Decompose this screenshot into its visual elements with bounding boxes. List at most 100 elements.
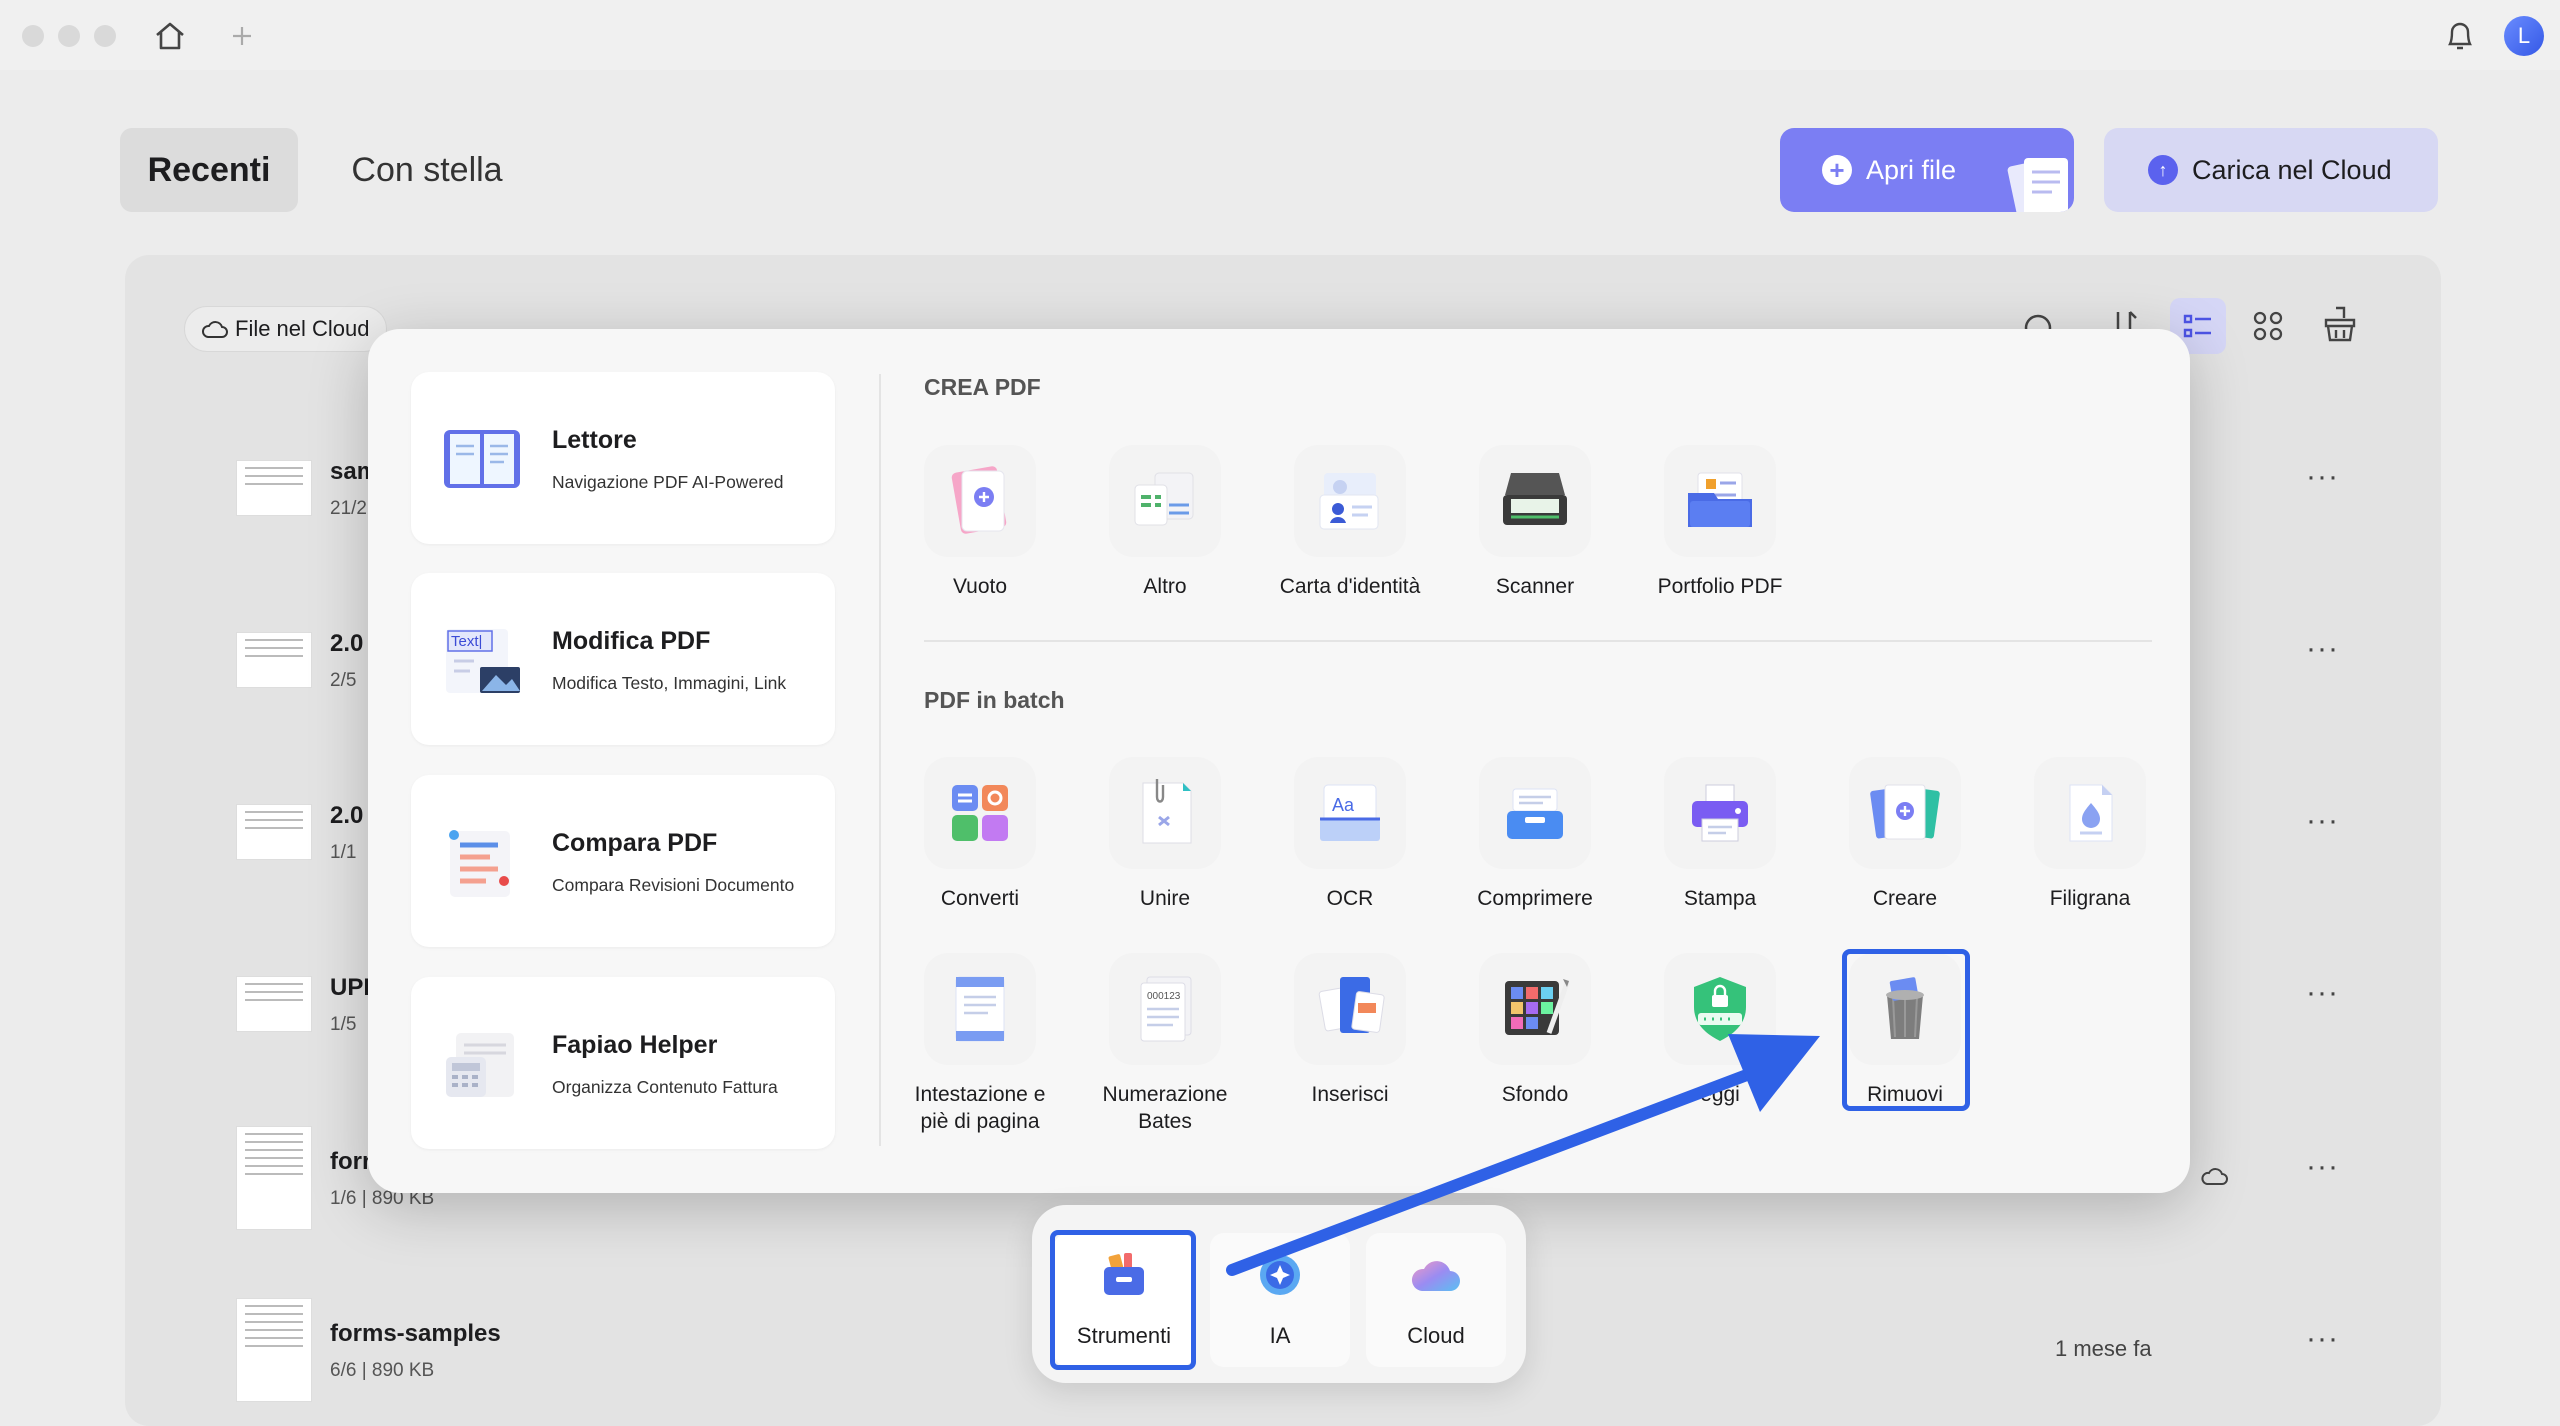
card-title: Fapiao Helper [552,1031,718,1059]
bates-icon: 000123 [1140,976,1192,1042]
minimize-window-button[interactable] [58,25,80,47]
other-docs-icon [1134,472,1194,526]
tool-watermark[interactable]: Filigrana [2010,757,2170,912]
tools-popup: Lettore Navigazione PDF AI-Powered Text|… [368,329,2190,1193]
tool-other[interactable]: Altro [1085,445,1245,600]
create-icon [1870,784,1940,840]
close-window-button[interactable] [22,25,44,47]
tool-blank[interactable]: Vuoto [900,445,1060,600]
more-icon[interactable]: ··· [2306,1322,2339,1356]
zoom-window-button[interactable] [94,25,116,47]
cloud-colorful-icon [1411,1261,1460,1291]
card-edit-pdf[interactable]: Text| Modifica PDF Modifica Testo, Immag… [411,573,835,745]
file-thumbnail [236,460,312,516]
tool-print[interactable]: Stampa [1640,757,1800,912]
plus-circle-icon: + [1822,155,1852,185]
ai-icon [1260,1255,1300,1295]
section-title-create: CREA PDF [924,374,1041,400]
tool-label: Sfondo [1501,1083,1569,1106]
file-name: forms-samples [330,1320,501,1347]
tool-id-card[interactable]: Carta d'identità [1270,445,1430,600]
upload-cloud-label: Carica nel Cloud [2192,154,2392,185]
more-icon[interactable]: ··· [2306,460,2339,494]
tool-label: Inserisci [1311,1083,1389,1106]
tool-header-footer[interactable]: Intestazione e piè di pagina [900,953,1060,1135]
more-icon[interactable]: ··· [2306,976,2339,1010]
file-thumbnail [236,632,312,688]
card-title: Modifica PDF [552,627,711,655]
card-fapiao-helper[interactable]: Fapiao Helper Organizza Contenuto Fattur… [411,977,835,1149]
tool-compress[interactable]: Comprimere [1455,757,1615,912]
tool-label: eggi [1700,1083,1740,1106]
tool-background[interactable]: Sfondo [1455,953,1615,1108]
section-title-batch: PDF in batch [924,687,1065,713]
files-in-cloud-button[interactable]: File nel Cloud [184,306,387,352]
card-reader[interactable]: Lettore Navigazione PDF AI-Powered [411,372,835,544]
upload-cloud-button[interactable]: ↑ Carica nel Cloud [2104,128,2438,212]
card-compare-pdf[interactable]: Compara PDF Compara Revisioni Documento [411,775,835,947]
bell-icon[interactable] [2444,18,2476,54]
scanner-icon [1503,473,1567,525]
tool-label: OCR [1326,887,1374,910]
avatar[interactable]: L [2504,16,2544,56]
tool-label: Vuoto [952,575,1008,598]
tool-label: Altro [1143,575,1187,598]
tool-label: Comprimere [1477,887,1593,910]
tab-recent[interactable]: Recenti [120,128,298,212]
file-date: 1 mese fa [2055,1336,2152,1361]
tool-label: Portfolio PDF [1657,575,1783,598]
print-icon [1692,784,1748,842]
blank-page-icon [951,466,1007,534]
clean-icon[interactable] [2322,304,2358,344]
new-tab-icon[interactable] [230,24,254,48]
header-footer-icon [955,976,1005,1042]
file-thumbnail [236,1126,312,1230]
tool-insert[interactable]: Inserisci [1270,953,1430,1108]
open-file-button[interactable]: + Apri file [1780,128,2074,212]
portfolio-icon [1688,472,1752,527]
more-icon[interactable]: ··· [2306,632,2339,666]
tool-merge[interactable]: Unire [1085,757,1245,912]
dock-cloud[interactable]: Cloud [1366,1233,1506,1367]
tab-starred[interactable]: Con stella [330,128,524,212]
open-file-label: Apri file [1866,154,1957,185]
invoice-icon [446,1033,514,1097]
title-bar: L [0,0,2560,70]
dock-ai[interactable]: IA [1210,1233,1350,1367]
card-subtitle: Modifica Testo, Immagini, Link [552,673,787,693]
upload-icon: ↑ [2148,155,2178,185]
file-thumbnail [236,804,312,860]
tab-starred-label: Con stella [351,150,503,189]
tool-create[interactable]: Creare [1825,757,1985,912]
ocr-icon-text: Aa [1332,795,1355,815]
file-meta: 1/5 [330,1014,357,1035]
tool-label: Converti [940,887,1020,910]
more-icon[interactable]: ··· [2306,804,2339,838]
file-name: 2.0 [330,802,364,829]
shield-lock-icon [1694,977,1746,1041]
cloud-icon [202,321,228,338]
id-card-icon [1319,473,1379,530]
book-icon [444,430,520,488]
card-subtitle: Compara Revisioni Documento [552,875,795,895]
grid-view-icon[interactable] [2252,310,2284,342]
insert-icon [1318,977,1385,1033]
tool-bates-numbering[interactable]: 000123 Numerazione Bates [1085,953,1245,1135]
more-icon[interactable]: ··· [2306,1150,2339,1184]
file-meta: 21/2 [330,498,367,519]
tool-label: Filigrana [2049,887,2131,910]
edit-text-icon: Text| [446,629,520,693]
tool-ocr[interactable]: Aa OCR [1270,757,1430,912]
home-icon[interactable] [152,18,188,54]
card-subtitle: Organizza Contenuto Fattura [552,1077,778,1097]
file-thumbnail [236,976,312,1032]
section-divider [924,640,2152,642]
tool-scanner[interactable]: Scanner [1455,445,1615,600]
background-icon [1505,979,1570,1035]
tool-convert[interactable]: Converti [900,757,1060,912]
file-meta: 1/1 [330,842,357,863]
tool-portfolio[interactable]: Portfolio PDF [1640,445,1800,600]
compress-icon [1507,788,1563,839]
edit-icon-text: Text| [451,633,482,650]
tool-protect[interactable]: eggi [1640,953,1800,1108]
